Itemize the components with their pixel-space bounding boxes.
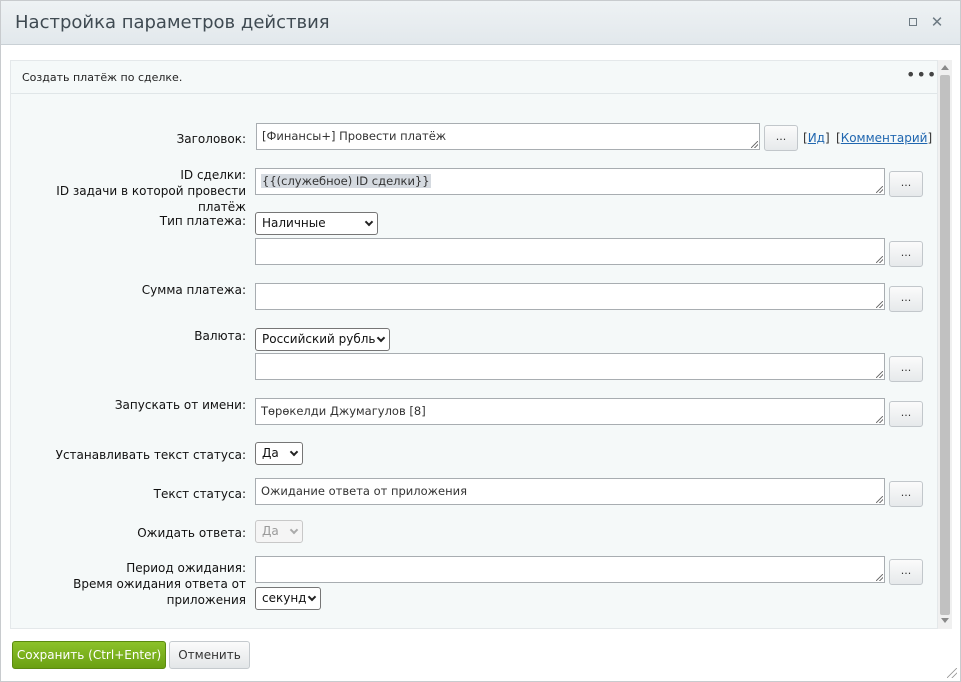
set-status-text-select[interactable]: Да	[255, 442, 303, 465]
comment-link[interactable]: Комментарий	[841, 131, 928, 145]
wait-period-input[interactable]	[255, 556, 885, 583]
wait-period-label-group: Период ожидания: Время ожидания ответа о…	[61, 560, 246, 608]
payment-type-insert-button[interactable]: ...	[889, 241, 923, 267]
wait-period-unit-select[interactable]: секунд	[255, 587, 321, 610]
chevron-down-icon	[364, 217, 374, 227]
resize-grip-icon[interactable]	[876, 186, 883, 193]
set-status-text-selected: Да	[262, 446, 279, 460]
currency-select[interactable]: Российский рубль	[255, 328, 390, 351]
resize-grip-icon[interactable]	[876, 371, 883, 378]
resize-grip-icon[interactable]	[876, 574, 883, 581]
wait-period-label: Период ожидания:	[126, 561, 246, 575]
currency-insert-button[interactable]: ...	[889, 356, 923, 382]
maximize-icon[interactable]	[905, 14, 921, 30]
status-text-input-value: Ожидание ответа от приложения	[261, 484, 468, 498]
scroll-down-icon[interactable]	[941, 618, 949, 623]
resize-grip-icon[interactable]	[751, 141, 758, 148]
currency-selected: Российский рубль	[262, 332, 376, 346]
run-as-label: Запускать от имени:	[114, 398, 246, 412]
dialog-titlebar: Настройка параметров действия ✕	[1, 1, 960, 45]
cancel-button[interactable]: Отменить	[169, 641, 250, 669]
currency-label: Валюта:	[194, 329, 246, 343]
wait-period-unit-selected: секунд	[262, 591, 307, 605]
run-as-insert-button[interactable]: ...	[889, 401, 923, 427]
chevron-down-icon	[289, 447, 299, 457]
status-text-input[interactable]: Ожидание ответа от приложения	[255, 478, 885, 505]
title-input-value: [Финансы+] Провести платёж	[262, 129, 447, 143]
resize-grip-icon[interactable]	[876, 496, 883, 503]
more-menu-icon[interactable]: •••	[906, 65, 937, 84]
wait-answer-select[interactable]: Да	[255, 520, 303, 543]
payment-type-label: Тип платежа:	[159, 214, 246, 228]
deal-id-input-value: {{(служебное) ID сделки}}	[261, 174, 431, 188]
deal-id-input[interactable]: {{(служебное) ID сделки}}	[255, 168, 885, 195]
deal-id-insert-button[interactable]: ...	[889, 171, 923, 197]
run-as-input-value: Төрөкелди Джумагулов [8]	[261, 404, 426, 418]
wait-period-hint-2: приложения	[166, 593, 246, 607]
action-settings-dialog: Настройка параметров действия ✕ Создать …	[0, 0, 961, 682]
payment-type-selected: Наличные	[262, 216, 326, 230]
section-header: Создать платёж по сделке. •••	[11, 61, 937, 94]
save-button[interactable]: Сохранить (Ctrl+Enter)	[12, 641, 166, 669]
status-text-label: Текст статуса:	[153, 487, 246, 501]
wait-answer-label: Ожидать ответа:	[137, 526, 246, 540]
wait-period-insert-button[interactable]: ...	[889, 559, 923, 585]
amount-insert-button[interactable]: ...	[889, 286, 923, 312]
title-insert-button[interactable]: ...	[764, 125, 798, 151]
set-status-text-label: Устанавливать текст статуса:	[55, 448, 246, 462]
title-input[interactable]: [Финансы+] Провести платёж	[256, 123, 760, 150]
deal-id-label: ID сделки:	[180, 168, 246, 182]
id-link[interactable]: Ид	[808, 131, 825, 145]
comment-link-wrap: [Комментарий]	[836, 131, 933, 145]
resize-grip-icon[interactable]	[876, 301, 883, 308]
chevron-down-icon	[289, 525, 299, 535]
resize-grip-icon[interactable]	[876, 256, 883, 263]
deal-id-label-group: ID сделки: ID задачи в которой провести …	[21, 167, 246, 215]
scroll-up-icon[interactable]	[941, 65, 949, 70]
resize-grip-icon[interactable]	[876, 416, 883, 423]
title-label: Заголовок:	[176, 132, 246, 146]
section-title: Создать платёж по сделке.	[22, 71, 183, 84]
status-text-insert-button[interactable]: ...	[889, 481, 923, 507]
panel-scrollbar[interactable]	[938, 60, 952, 629]
deal-id-hint: ID задачи в которой провести платёж	[56, 184, 246, 214]
dialog-title: Настройка параметров действия	[15, 12, 330, 33]
chevron-down-icon	[307, 592, 317, 602]
payment-type-input[interactable]	[255, 238, 885, 265]
scrollbar-thumb[interactable]	[940, 75, 950, 615]
payment-type-select[interactable]: Наличные	[255, 212, 378, 235]
currency-input[interactable]	[255, 353, 885, 380]
amount-input[interactable]	[255, 283, 885, 310]
run-as-input[interactable]: Төрөкелди Джумагулов [8]	[255, 398, 885, 425]
amount-label: Сумма платежа:	[141, 283, 246, 297]
wait-period-hint-1: Время ожидания ответа от	[73, 577, 246, 591]
window-resize-grip-icon[interactable]	[947, 668, 957, 678]
wait-answer-selected: Да	[262, 524, 279, 538]
chevron-down-icon	[376, 333, 386, 343]
id-link-wrap: [Ид]	[803, 131, 830, 145]
close-icon[interactable]: ✕	[929, 14, 945, 30]
